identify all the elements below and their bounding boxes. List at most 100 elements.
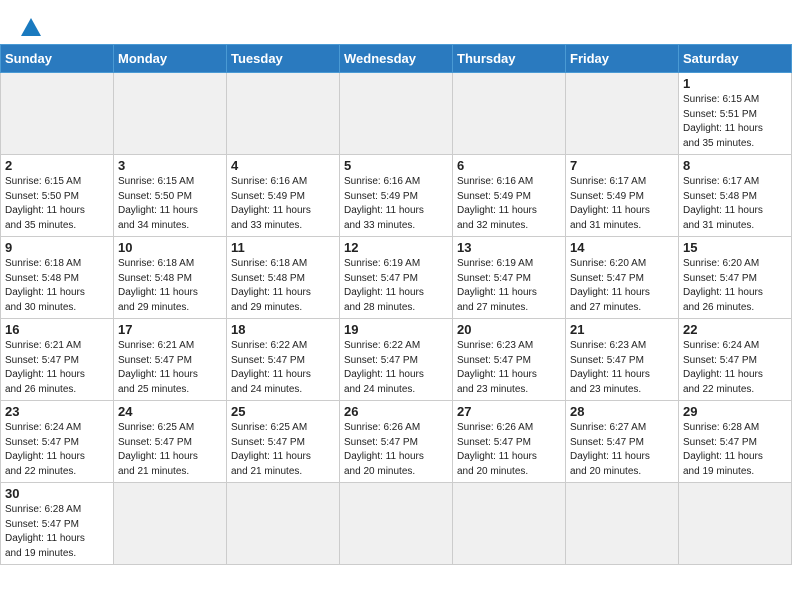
weekday-tuesday: Tuesday bbox=[227, 45, 340, 73]
calendar-cell: 22 Sunrise: 6:24 AM Sunset: 5:47 PM Dayli… bbox=[679, 319, 792, 401]
calendar-cell bbox=[566, 483, 679, 565]
logo-triangle-icon bbox=[21, 18, 41, 36]
calendar-cell: 28 Sunrise: 6:27 AM Sunset: 5:47 PM Dayli… bbox=[566, 401, 679, 483]
day-number: 12 bbox=[344, 240, 448, 255]
calendar-cell bbox=[227, 73, 340, 155]
calendar-cell bbox=[566, 73, 679, 155]
day-number: 3 bbox=[118, 158, 222, 173]
calendar-cell bbox=[453, 73, 566, 155]
header bbox=[0, 0, 792, 44]
day-number: 8 bbox=[683, 158, 787, 173]
calendar-cell: 24 Sunrise: 6:25 AM Sunset: 5:47 PM Dayli… bbox=[114, 401, 227, 483]
calendar-cell: 23 Sunrise: 6:24 AM Sunset: 5:47 PM Dayli… bbox=[1, 401, 114, 483]
day-number: 7 bbox=[570, 158, 674, 173]
day-info: Sunrise: 6:21 AM Sunset: 5:47 PM Dayligh… bbox=[118, 339, 222, 397]
calendar-cell: 1 Sunrise: 6:15 AM Sunset: 5:51 PM Daylig… bbox=[679, 73, 792, 155]
calendar-cell bbox=[1, 73, 114, 155]
day-info: Sunrise: 6:28 AM Sunset: 5:47 PM Dayligh… bbox=[683, 421, 787, 479]
day-number: 16 bbox=[5, 322, 109, 337]
day-info: Sunrise: 6:18 AM Sunset: 5:48 PM Dayligh… bbox=[5, 257, 109, 315]
day-info: Sunrise: 6:15 AM Sunset: 5:51 PM Dayligh… bbox=[683, 93, 787, 151]
day-info: Sunrise: 6:16 AM Sunset: 5:49 PM Dayligh… bbox=[344, 175, 448, 233]
day-info: Sunrise: 6:22 AM Sunset: 5:47 PM Dayligh… bbox=[231, 339, 335, 397]
calendar-cell: 5 Sunrise: 6:16 AM Sunset: 5:49 PM Daylig… bbox=[340, 155, 453, 237]
weekday-saturday: Saturday bbox=[679, 45, 792, 73]
calendar-cell: 14Sunrise: 6:20 AM Sunset: 5:47 PM Dayli… bbox=[566, 237, 679, 319]
day-info: Sunrise: 6:27 AM Sunset: 5:47 PM Dayligh… bbox=[570, 421, 674, 479]
calendar-cell: 10 Sunrise: 6:18 AM Sunset: 5:48 PM Dayli… bbox=[114, 237, 227, 319]
calendar-cell: 7 Sunrise: 6:17 AM Sunset: 5:49 PM Daylig… bbox=[566, 155, 679, 237]
day-number: 15 bbox=[683, 240, 787, 255]
calendar-cell bbox=[227, 483, 340, 565]
calendar-cell bbox=[114, 73, 227, 155]
calendar-cell: 15Sunrise: 6:20 AM Sunset: 5:47 PM Dayli… bbox=[679, 237, 792, 319]
weekday-wednesday: Wednesday bbox=[340, 45, 453, 73]
day-info: Sunrise: 6:21 AM Sunset: 5:47 PM Dayligh… bbox=[5, 339, 109, 397]
calendar-cell: 16 Sunrise: 6:21 AM Sunset: 5:47 PM Dayli… bbox=[1, 319, 114, 401]
logo bbox=[18, 18, 41, 36]
calendar-cell: 29 Sunrise: 6:28 AM Sunset: 5:47 PM Dayli… bbox=[679, 401, 792, 483]
calendar-cell: 20Sunrise: 6:23 AM Sunset: 5:47 PM Dayli… bbox=[453, 319, 566, 401]
day-number: 28 bbox=[570, 404, 674, 419]
day-info: Sunrise: 6:20 AM Sunset: 5:47 PM Dayligh… bbox=[570, 257, 674, 315]
weekday-thursday: Thursday bbox=[453, 45, 566, 73]
day-number: 24 bbox=[118, 404, 222, 419]
day-number: 22 bbox=[683, 322, 787, 337]
calendar-cell: 8 Sunrise: 6:17 AM Sunset: 5:48 PM Daylig… bbox=[679, 155, 792, 237]
calendar-cell bbox=[679, 483, 792, 565]
day-info: Sunrise: 6:18 AM Sunset: 5:48 PM Dayligh… bbox=[231, 257, 335, 315]
day-info: Sunrise: 6:26 AM Sunset: 5:47 PM Dayligh… bbox=[344, 421, 448, 479]
day-number: 21 bbox=[570, 322, 674, 337]
day-info: Sunrise: 6:17 AM Sunset: 5:48 PM Dayligh… bbox=[683, 175, 787, 233]
day-number: 10 bbox=[118, 240, 222, 255]
calendar-cell: 3 Sunrise: 6:15 AM Sunset: 5:50 PM Daylig… bbox=[114, 155, 227, 237]
day-number: 26 bbox=[344, 404, 448, 419]
day-number: 5 bbox=[344, 158, 448, 173]
day-info: Sunrise: 6:17 AM Sunset: 5:49 PM Dayligh… bbox=[570, 175, 674, 233]
day-number: 9 bbox=[5, 240, 109, 255]
day-info: Sunrise: 6:25 AM Sunset: 5:47 PM Dayligh… bbox=[231, 421, 335, 479]
day-number: 4 bbox=[231, 158, 335, 173]
day-info: Sunrise: 6:18 AM Sunset: 5:48 PM Dayligh… bbox=[118, 257, 222, 315]
day-number: 23 bbox=[5, 404, 109, 419]
day-info: Sunrise: 6:25 AM Sunset: 5:47 PM Dayligh… bbox=[118, 421, 222, 479]
day-info: Sunrise: 6:15 AM Sunset: 5:50 PM Dayligh… bbox=[118, 175, 222, 233]
day-info: Sunrise: 6:23 AM Sunset: 5:47 PM Dayligh… bbox=[570, 339, 674, 397]
calendar-table: SundayMondayTuesdayWednesdayThursdayFrid… bbox=[0, 44, 792, 565]
day-number: 17 bbox=[118, 322, 222, 337]
day-number: 11 bbox=[231, 240, 335, 255]
calendar-cell: 17 Sunrise: 6:21 AM Sunset: 5:47 PM Dayli… bbox=[114, 319, 227, 401]
day-info: Sunrise: 6:16 AM Sunset: 5:49 PM Dayligh… bbox=[231, 175, 335, 233]
calendar-cell: 26 Sunrise: 6:26 AM Sunset: 5:47 PM Dayli… bbox=[340, 401, 453, 483]
day-number: 30 bbox=[5, 486, 109, 501]
calendar-cell bbox=[340, 73, 453, 155]
calendar-cell bbox=[340, 483, 453, 565]
day-info: Sunrise: 6:19 AM Sunset: 5:47 PM Dayligh… bbox=[344, 257, 448, 315]
calendar-cell: 25 Sunrise: 6:25 AM Sunset: 5:47 PM Dayli… bbox=[227, 401, 340, 483]
day-info: Sunrise: 6:23 AM Sunset: 5:47 PM Dayligh… bbox=[457, 339, 561, 397]
day-number: 18 bbox=[231, 322, 335, 337]
calendar-cell bbox=[453, 483, 566, 565]
day-info: Sunrise: 6:16 AM Sunset: 5:49 PM Dayligh… bbox=[457, 175, 561, 233]
day-number: 27 bbox=[457, 404, 561, 419]
day-info: Sunrise: 6:19 AM Sunset: 5:47 PM Dayligh… bbox=[457, 257, 561, 315]
day-info: Sunrise: 6:28 AM Sunset: 5:47 PM Dayligh… bbox=[5, 503, 109, 561]
weekday-sunday: Sunday bbox=[1, 45, 114, 73]
calendar-cell: 6 Sunrise: 6:16 AM Sunset: 5:49 PM Daylig… bbox=[453, 155, 566, 237]
day-number: 6 bbox=[457, 158, 561, 173]
calendar-body: 1 Sunrise: 6:15 AM Sunset: 5:51 PM Daylig… bbox=[1, 73, 792, 565]
calendar-cell: 30 Sunrise: 6:28 AM Sunset: 5:47 PM Dayli… bbox=[1, 483, 114, 565]
calendar-cell: 4 Sunrise: 6:16 AM Sunset: 5:49 PM Daylig… bbox=[227, 155, 340, 237]
day-number: 25 bbox=[231, 404, 335, 419]
calendar-cell: 19Sunrise: 6:22 AM Sunset: 5:47 PM Dayli… bbox=[340, 319, 453, 401]
calendar-cell: 18 Sunrise: 6:22 AM Sunset: 5:47 PM Dayli… bbox=[227, 319, 340, 401]
day-info: Sunrise: 6:24 AM Sunset: 5:47 PM Dayligh… bbox=[5, 421, 109, 479]
day-number: 13 bbox=[457, 240, 561, 255]
calendar-cell: 9 Sunrise: 6:18 AM Sunset: 5:48 PM Daylig… bbox=[1, 237, 114, 319]
day-number: 1 bbox=[683, 76, 787, 91]
weekday-monday: Monday bbox=[114, 45, 227, 73]
calendar-cell: 11 Sunrise: 6:18 AM Sunset: 5:48 PM Dayli… bbox=[227, 237, 340, 319]
day-info: Sunrise: 6:24 AM Sunset: 5:47 PM Dayligh… bbox=[683, 339, 787, 397]
day-number: 29 bbox=[683, 404, 787, 419]
day-number: 2 bbox=[5, 158, 109, 173]
